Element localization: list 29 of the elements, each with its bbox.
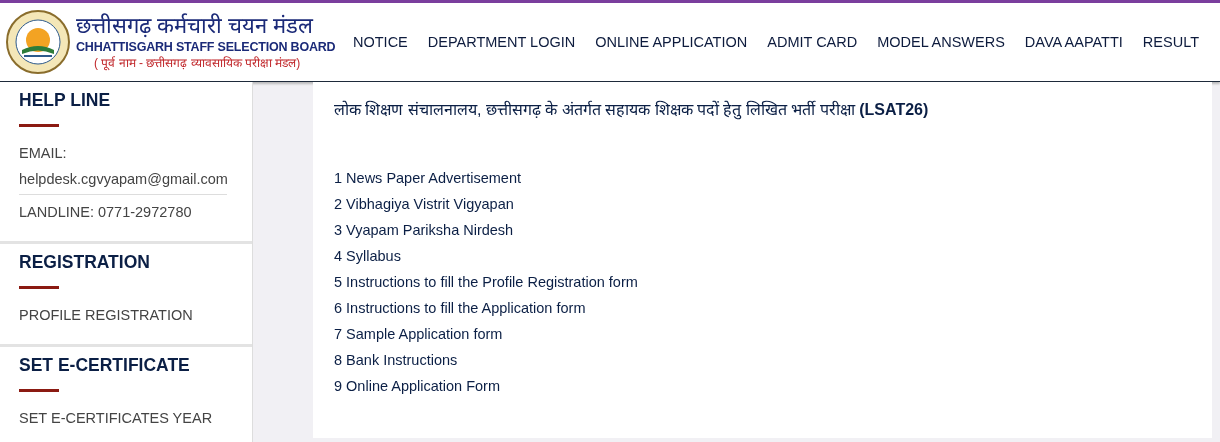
sidebar-link[interactable]: SET E-CERTIFICATES YEAR	[19, 409, 233, 427]
section-heading: HELP LINE	[19, 90, 112, 111]
contact-label: EMAIL:	[19, 144, 68, 162]
board-title: छत्तीसगढ़ कर्मचारी चयन मंडल	[76, 13, 315, 39]
board-subtitle: CHHATTISGARH STAFF SELECTION BOARD	[76, 39, 336, 55]
document-link[interactable]: 4 Syllabus	[334, 243, 401, 269]
email-address: helpdesk.cgvyapam@gmail.com	[19, 170, 227, 195]
nav-link[interactable]: DEPARTMENT LOGIN	[427, 34, 576, 50]
section-heading: SET E-CERTIFICATE	[19, 355, 191, 376]
document-link[interactable]: 6 Instructions to fill the Application form	[334, 295, 586, 321]
emblem-logo-icon	[6, 10, 70, 74]
nav-link[interactable]: DAVA AAPATTI	[1024, 34, 1123, 50]
nav-link[interactable]: RESULT	[1142, 34, 1199, 50]
document-link[interactable]: 2 Vibhagiya Vistrit Vigyapan	[334, 191, 514, 217]
document-link[interactable]: 8 Bank Instructions	[334, 347, 458, 373]
section-heading: REGISTRATION	[19, 252, 151, 273]
nav-link[interactable]: ADMIT CARD	[767, 34, 858, 50]
document-link[interactable]: 5 Instructions to fill the Profile Registration form	[334, 269, 638, 295]
exam-title: लोक शिक्षण संचालनालय, छत्तीसगढ़ के अंतर्गत सहायक शिक्षक पदों हेतु लिखित भर्ती परीक्षा (LSAT26)	[334, 99, 930, 120]
nav-link[interactable]: NOTICE	[353, 34, 408, 50]
nav-link[interactable]: ONLINE APPLICATION	[595, 34, 748, 50]
nav-link[interactable]: MODEL ANSWERS	[877, 34, 1005, 50]
contact-label: LANDLINE: 0771-2972780	[19, 203, 193, 221]
former-name: ( पूर्व नाम - छत्तीसगढ़ व्यावसायिक परीक्षा मंडल)	[94, 55, 302, 71]
document-link[interactable]: 7 Sample Application form	[334, 321, 503, 347]
document-link[interactable]: 9 Online Application Form	[334, 373, 501, 399]
document-link[interactable]: 3 Vyapam Pariksha Nirdesh	[334, 217, 514, 243]
document-link[interactable]: 1 News Paper Advertisement	[334, 165, 521, 191]
sidebar-link[interactable]: PROFILE REGISTRATION	[19, 306, 233, 324]
